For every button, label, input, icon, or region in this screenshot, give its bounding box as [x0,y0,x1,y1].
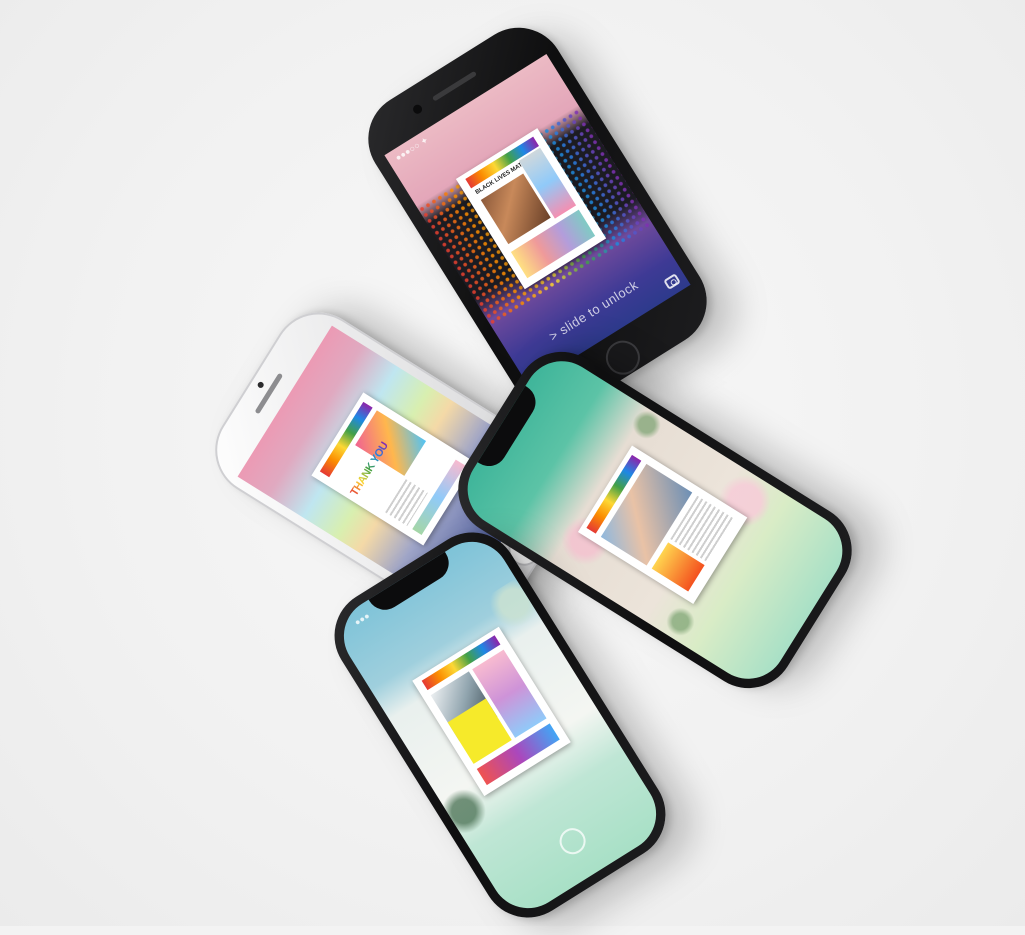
home-ring-icon[interactable] [554,823,591,860]
status-bar: ●●● [352,610,372,628]
newspaper-cover: THANK YOU [311,392,476,546]
camera-icon[interactable] [663,273,681,290]
product-mockup-scene: ●●●○○ ✦ BLACK LIVES MATTER > slide to un… [0,0,1025,935]
